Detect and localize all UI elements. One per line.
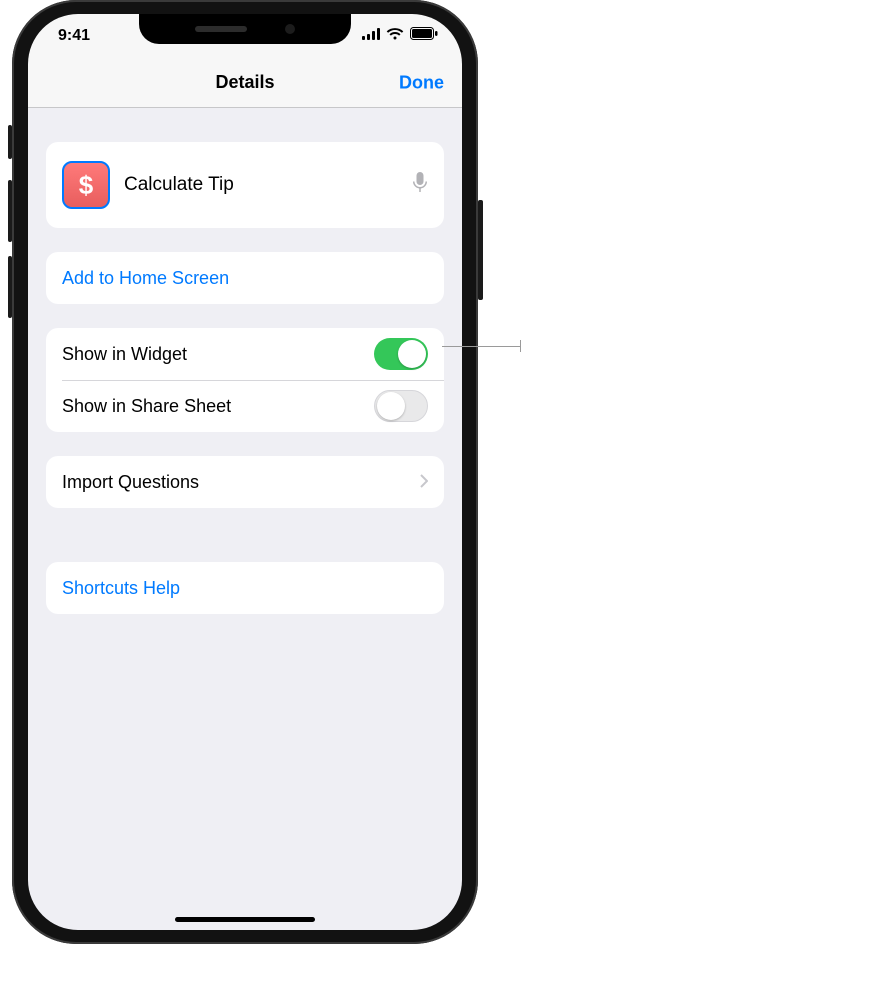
shortcut-name-row[interactable]: $ Calculate Tip	[46, 142, 444, 228]
nav-bar: Details Done	[28, 58, 462, 108]
dollar-icon: $	[79, 170, 93, 201]
screen: 9:41 Details Done	[28, 14, 462, 930]
shortcuts-help-label: Shortcuts Help	[62, 578, 180, 599]
shortcut-icon[interactable]: $	[62, 161, 110, 209]
import-group: Import Questions	[46, 456, 444, 508]
battery-icon	[410, 27, 438, 45]
show-in-share-row: Show in Share Sheet	[46, 380, 444, 432]
callout-line	[442, 346, 520, 347]
cellular-icon	[362, 27, 380, 45]
add-home-group: Add to Home Screen	[46, 252, 444, 304]
add-to-home-screen-button[interactable]: Add to Home Screen	[46, 252, 444, 304]
page-title: Details	[215, 72, 274, 93]
show-in-share-toggle[interactable]	[374, 390, 428, 422]
notch	[139, 14, 351, 44]
chevron-right-icon	[420, 472, 428, 493]
content-area: $ Calculate Tip Add to Home Screen	[28, 108, 462, 930]
show-in-share-label: Show in Share Sheet	[62, 396, 231, 417]
show-in-widget-toggle[interactable]	[374, 338, 428, 370]
import-questions-label: Import Questions	[62, 472, 199, 493]
show-in-widget-label: Show in Widget	[62, 344, 187, 365]
shortcuts-help-button[interactable]: Shortcuts Help	[46, 562, 444, 614]
wifi-icon	[386, 27, 404, 45]
done-button[interactable]: Done	[399, 72, 444, 93]
status-time: 9:41	[58, 27, 90, 45]
microphone-icon[interactable]	[412, 171, 428, 200]
home-indicator[interactable]	[175, 917, 315, 922]
show-in-widget-row: Show in Widget	[46, 328, 444, 380]
help-group: Shortcuts Help	[46, 562, 444, 614]
import-questions-button[interactable]: Import Questions	[46, 456, 444, 508]
shortcut-name-field[interactable]: Calculate Tip	[124, 174, 234, 196]
shortcut-name-group: $ Calculate Tip	[46, 142, 444, 228]
phone-frame: 9:41 Details Done	[12, 0, 478, 944]
add-to-home-screen-label: Add to Home Screen	[62, 268, 229, 289]
visibility-group: Show in Widget Show in Share Sheet	[46, 328, 444, 432]
